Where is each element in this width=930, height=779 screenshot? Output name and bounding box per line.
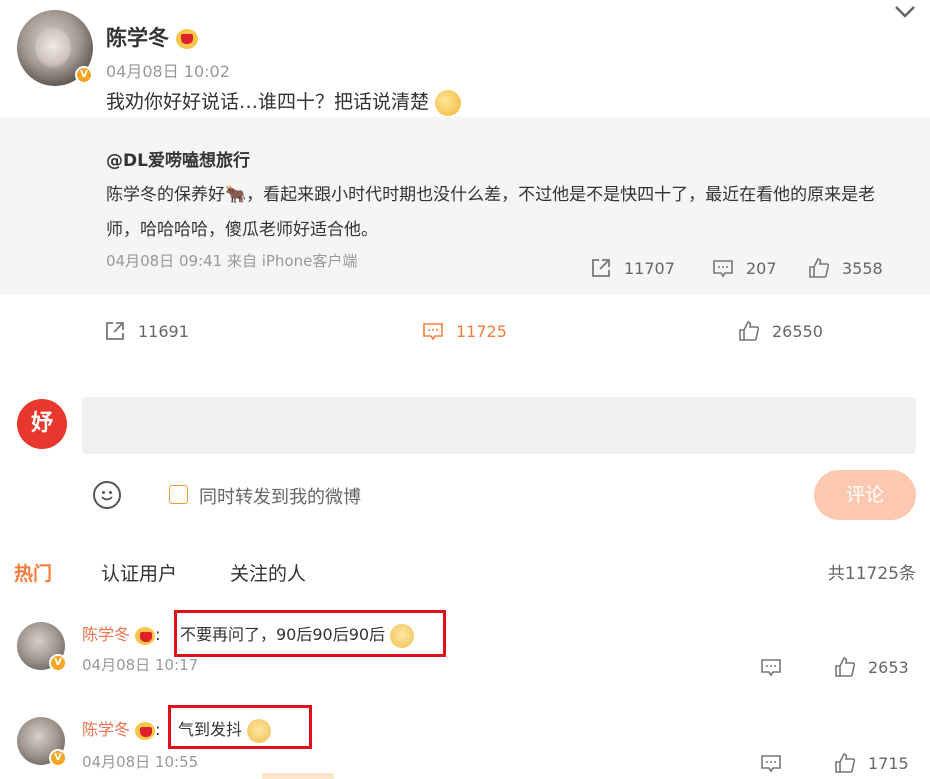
emoji-picker-icon[interactable]: [93, 481, 121, 509]
author-avatar[interactable]: V: [17, 10, 93, 86]
comment-text-content: 不要再问了，90后90后90后: [180, 625, 386, 644]
thumbs-up-icon: [835, 753, 856, 773]
post-time[interactable]: 04月08日 10:02: [106, 58, 230, 82]
repost-repost-button[interactable]: 11707: [590, 257, 675, 279]
repost-repost-count: 11707: [624, 258, 675, 278]
post-text: 我劝你好好说话…谁四十？把话说清楚: [106, 87, 462, 116]
post-text-content: 我劝你好好说话…谁四十？把话说清楚: [106, 91, 430, 113]
repost-comment-button[interactable]: 207: [712, 257, 777, 279]
tab-following[interactable]: 关注的人: [230, 559, 306, 586]
comment-text-content: 气到发抖: [178, 720, 243, 739]
comment-icon: [713, 260, 733, 278]
repost-like-count: 3558: [842, 258, 883, 278]
repost-text: 陈学冬的保养好🐂，看起来跟小时代时期也没什么差，不过他是不是快四十了，最近在看他…: [106, 185, 876, 240]
post-author-name[interactable]: 陈学冬: [106, 22, 199, 52]
divider: [262, 773, 334, 779]
repost-username[interactable]: @DL爱唠嗑想旅行: [106, 146, 250, 171]
comment-count: 11725: [456, 321, 507, 341]
my-avatar[interactable]: 妤: [17, 399, 67, 449]
comment-like-button[interactable]: 1715: [834, 752, 909, 774]
comment-reply-button[interactable]: [760, 752, 794, 774]
thinking-emoji-icon: [435, 89, 462, 116]
thumbs-up-icon: [809, 258, 830, 278]
comment-time: 04月08日 10:17: [82, 656, 199, 674]
thumbs-up-icon: [739, 321, 760, 341]
repost-like-button[interactable]: 3558: [808, 257, 883, 279]
comment-avatar[interactable]: V: [17, 717, 67, 767]
comment-time: 04月08日 10:55: [82, 753, 199, 771]
tab-hot[interactable]: 热门: [14, 559, 52, 586]
verified-badge-icon: V: [75, 66, 93, 84]
comment-author[interactable]: 陈学冬 :: [82, 716, 161, 740]
comment-text: 气到发抖: [178, 716, 272, 743]
comment-author-name[interactable]: 陈学冬: [82, 720, 130, 739]
author-name[interactable]: 陈学冬: [106, 26, 169, 50]
share-icon: [106, 322, 124, 340]
doge-emoji-icon: [390, 623, 415, 648]
like-count: 26550: [772, 321, 823, 341]
thumbs-up-icon: [835, 657, 856, 677]
repost-comment-count: 207: [746, 258, 777, 278]
comment-author[interactable]: 陈学冬 :: [82, 621, 161, 645]
comment-like-button[interactable]: 2653: [834, 656, 909, 678]
comment-icon: [423, 323, 443, 341]
comment-text: 不要再问了，90后90后90后: [180, 621, 415, 648]
reply-icon: [761, 755, 781, 773]
reply-icon: [761, 659, 781, 677]
crown-icon: [135, 721, 156, 740]
verified-badge-icon: V: [49, 654, 67, 672]
like-button[interactable]: 26550: [738, 320, 823, 342]
repost-button[interactable]: 11691: [104, 320, 189, 342]
crown-icon: [135, 626, 156, 645]
repost-meta: 04月08日 09:41 来自 iPhone客户端: [106, 252, 358, 270]
tab-verified-users[interactable]: 认证用户: [101, 559, 177, 586]
comment-like-count: 2653: [868, 657, 909, 677]
submit-comment-button[interactable]: 评论: [814, 470, 916, 520]
comment-button[interactable]: 11725: [422, 320, 507, 342]
verified-badge-icon: V: [49, 749, 67, 767]
forward-checkbox[interactable]: [169, 485, 188, 504]
forward-label[interactable]: 同时转发到我的微博: [199, 483, 361, 509]
comment-avatar[interactable]: V: [17, 622, 67, 672]
chevron-down-icon[interactable]: [894, 0, 916, 25]
comment-author-name[interactable]: 陈学冬: [82, 625, 130, 644]
total-comments: 共11725条: [827, 564, 916, 584]
share-icon: [592, 259, 610, 277]
comment-input[interactable]: [82, 397, 916, 454]
avatar-face: [35, 28, 71, 68]
comment-reply-button[interactable]: [760, 656, 794, 678]
comment-like-count: 1715: [868, 753, 909, 773]
crown-icon: [176, 29, 199, 49]
doge-emoji-icon: [247, 718, 272, 743]
repost-count: 11691: [138, 321, 189, 341]
